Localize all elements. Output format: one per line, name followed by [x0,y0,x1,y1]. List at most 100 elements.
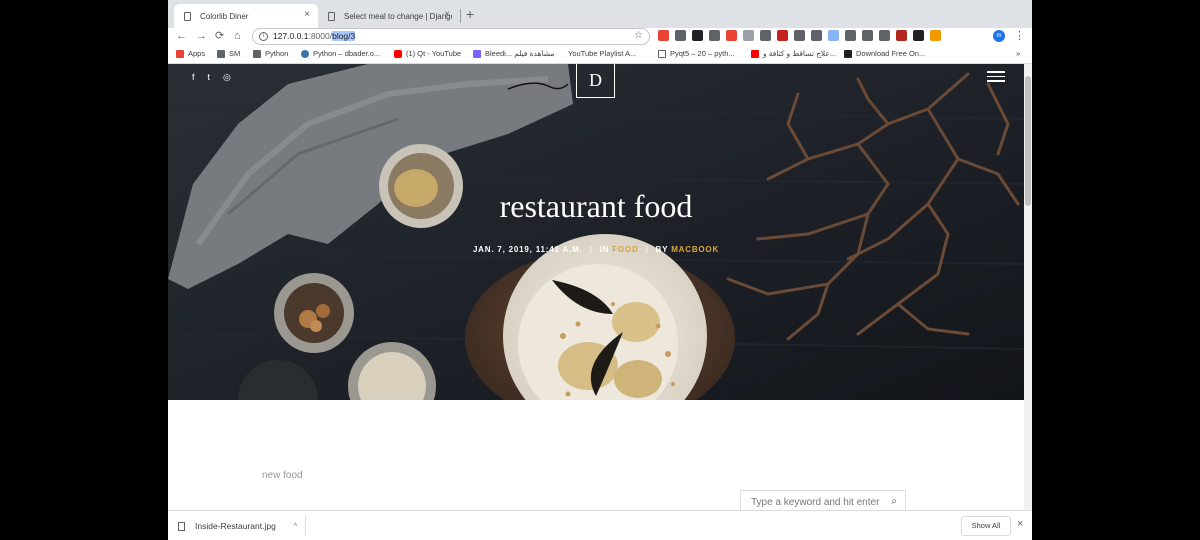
extensions-row [658,30,941,41]
meta-separator: | [589,245,593,254]
page-icon [328,11,335,21]
info-icon[interactable]: i [259,32,268,41]
divider [305,516,306,536]
bookmark-arabic-youtube[interactable]: علاج تساقط و كثافة و... [751,49,836,58]
instagram-icon[interactable]: ◎ [223,72,231,83]
extension-icon[interactable] [879,30,890,41]
extension-icon[interactable] [675,30,686,41]
hero-banner: f t ◎ D restaurant food JAN. 7, 2019, 11… [168,64,1024,400]
meta-by-label: BY [655,245,669,254]
folder-icon [253,49,261,58]
more-bookmarks-icon[interactable]: » [1016,49,1020,58]
extension-icon[interactable] [777,30,788,41]
twitter-icon[interactable]: t [208,72,211,83]
file-icon [178,521,185,531]
close-icon[interactable]: × [1017,518,1023,530]
browser-window: Colorlib Diner × Select meal to change |… [168,0,1032,540]
url-port: :8000/ [308,31,333,41]
extension-icon[interactable] [811,30,822,41]
tab-colorlib-diner[interactable]: Colorlib Diner × [174,4,318,28]
site-icon [473,49,481,58]
bookmarks-bar: Apps SM Python Python – dbader.o... (1) … [168,46,1032,64]
show-all-button[interactable]: Show All [961,516,1011,536]
post-category-link[interactable]: FOOD [612,245,638,254]
python-icon [301,49,309,58]
bookmark-bleedi[interactable]: Bleedi... مشاهدة فيلم [473,49,554,58]
post-author-link[interactable]: MACBOOK [671,245,719,254]
extension-icon[interactable] [896,30,907,41]
profile-avatar[interactable]: m [993,30,1005,42]
tab-strip: Colorlib Diner × Select meal to change |… [168,0,1032,28]
extension-icon[interactable] [930,30,941,41]
post-date: JAN. 7, 2019, 11:41 A.M. [472,245,583,254]
bookmark-label: SM [229,49,241,58]
social-links: f t ◎ [192,72,231,83]
extension-icon[interactable] [726,30,737,41]
bookmark-label: Bleedi... مشاهدة فيلم [485,49,555,58]
tab-close-icon[interactable]: × [304,9,310,20]
search-icon[interactable]: ⌕ [891,496,897,507]
extension-icon[interactable] [913,30,924,41]
extension-icon[interactable] [760,30,771,41]
bookmark-star-icon[interactable]: ☆ [634,30,643,41]
bookmark-folder-sm[interactable]: SM [217,49,240,58]
reload-icon[interactable]: ⟳ [215,29,224,43]
bookmark-label: Python – dbader.o... [313,49,381,58]
extension-icon[interactable] [794,30,805,41]
url-path-selected: blog/3 [332,31,356,41]
hamburger-menu-icon[interactable] [987,71,1005,82]
bookmark-youtube-playlist[interactable]: YouTube Playlist A... [568,49,636,58]
extension-icon[interactable] [828,30,839,41]
bookmark-download-free[interactable]: Download Free On... [844,49,925,58]
facebook-icon[interactable]: f [192,72,195,83]
tab-close-icon[interactable]: × [444,9,450,20]
extension-icon[interactable] [743,30,754,41]
extension-icon[interactable] [709,30,720,41]
download-item[interactable]: Inside-Restaurant.jpg ^ [178,516,297,536]
bookmark-apps[interactable]: Apps [176,49,205,58]
hero-photo [168,64,1024,400]
downloads-bar: Inside-Restaurant.jpg ^ Show All × [168,510,1032,540]
tab-divider [460,9,461,23]
url-text[interactable]: 127.0.0.1:8000/blog/3 [273,31,356,41]
bookmark-pyqt5[interactable]: Pyqt5 – 20 – pyth... [658,49,735,58]
forward-icon[interactable]: → [196,29,207,43]
browser-menu-icon[interactable]: ⋮ [1014,29,1025,42]
meta-in-label: IN [599,245,610,254]
folder-icon [217,49,225,58]
youtube-icon [751,49,759,58]
bookmark-label: Apps [188,49,206,58]
page-scrollbar[interactable] [1024,64,1032,510]
extension-icon[interactable] [862,30,873,41]
back-icon[interactable]: ← [176,29,187,43]
chevron-up-icon[interactable]: ^ [294,523,297,530]
page-icon [184,11,191,21]
new-tab-button[interactable]: + [466,6,474,22]
site-logo[interactable]: D [576,64,615,98]
bookmark-folder-python[interactable]: Python [253,49,288,58]
bookmark-dbader[interactable]: Python – dbader.o... [301,49,380,58]
tab-django-admin[interactable]: Select meal to change | Django × [318,4,458,28]
post-meta: JAN. 7, 2019, 11:41 A.M. | IN FOOD | BY MACB… [168,245,1024,254]
bookmark-label: Python [265,49,289,58]
post-body-text: new food [262,470,303,481]
scrollbar-thumb[interactable] [1025,76,1031,206]
bookmark-label: Download Free On... [856,49,926,58]
extension-icon[interactable] [845,30,856,41]
bookmark-label: (1) Qt - YouTube [406,49,462,58]
youtube-icon [394,49,402,58]
post-title: restaurant food [499,188,693,224]
bookmark-label: Pyqt5 – 20 – pyth... [670,49,735,58]
bookmark-qt-youtube[interactable]: (1) Qt - YouTube [394,49,461,58]
address-bar[interactable]: i 127.0.0.1:8000/blog/3 ☆ [252,28,650,45]
page-icon [658,49,666,58]
extension-icon[interactable] [658,30,669,41]
home-icon[interactable]: ⌂ [234,29,241,43]
bookmark-label: » [1016,49,1021,58]
bookmark-label: علاج تساقط و كثافة و... [763,49,837,58]
post-content: new food ⌕ [168,400,1024,514]
extension-icon[interactable] [692,30,703,41]
bookmark-label: YouTube Playlist A... [568,49,637,58]
tab-title: Select meal to change | Django [344,11,452,21]
url-host: 127.0.0.1 [273,31,309,41]
